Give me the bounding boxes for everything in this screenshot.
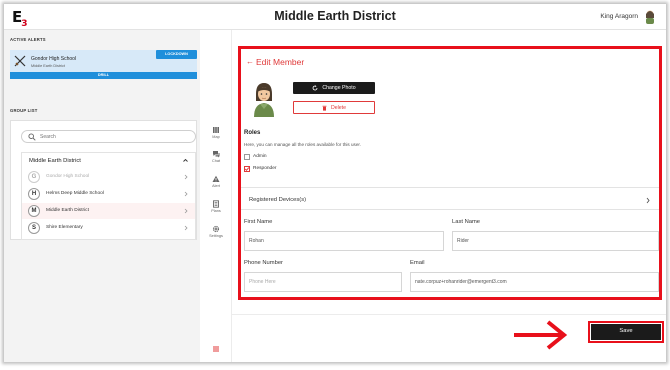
admin-checkbox[interactable] (244, 154, 250, 160)
rail-map[interactable]: Map (200, 126, 232, 139)
active-alerts-label: ACTIVE ALERTS (10, 37, 46, 42)
alert-icon (212, 175, 220, 182)
refresh-icon (313, 85, 318, 91)
alert-school: Gondor High School (31, 56, 77, 62)
chevron-right-icon (184, 208, 188, 214)
rail-label: Chat (211, 159, 221, 163)
user-name[interactable]: King Aragorn (600, 13, 638, 20)
list-item-label: Helms Deep Middle School (46, 191, 104, 196)
divider (241, 187, 659, 188)
avatar-letter: H (28, 188, 40, 200)
avatar-letter: G (28, 171, 40, 183)
edit-member-title: Edit Member (256, 57, 305, 67)
rail-settings[interactable]: Settings (200, 225, 232, 238)
chevron-right-icon (184, 191, 188, 197)
back-arrow-icon[interactable]: ← (246, 57, 254, 66)
last-name-field[interactable] (452, 231, 659, 251)
delete-button[interactable]: Delete (293, 101, 375, 114)
rail-label: Settings (209, 234, 223, 238)
rail-label: Alert (212, 184, 220, 188)
list-item-active[interactable]: M Middle Earth District (22, 203, 195, 219)
rail-label: Map (212, 135, 220, 139)
first-name-label: First Name (244, 219, 273, 225)
district-header[interactable]: Middle Earth District (22, 153, 195, 168)
list-item[interactable]: S Shire Elementary (22, 220, 195, 236)
map-icon (213, 127, 219, 133)
avatar-letter: S (28, 222, 40, 234)
top-bar: E3 Middle Earth District King Aragorn (4, 4, 666, 30)
registered-devices-row[interactable]: Registered Devices(s) (249, 197, 306, 203)
save-highlight: Save (588, 321, 664, 343)
hamburger-icon[interactable] (212, 345, 220, 353)
checkmark-icon (244, 167, 250, 172)
chevron-right-icon[interactable] (645, 197, 651, 204)
trash-icon (322, 105, 327, 111)
phone-number-label: Phone Number (244, 260, 283, 266)
list-item-label: Shire Elementary (46, 225, 83, 230)
divider (232, 314, 666, 315)
email-label: Email (410, 260, 425, 266)
phone-number-field[interactable] (244, 272, 402, 292)
chevron-right-icon (184, 225, 188, 231)
chevron-up-icon[interactable] (182, 157, 189, 164)
group-list-card: Middle Earth District G Gondor High Scho… (10, 120, 197, 240)
plans-icon (213, 200, 219, 208)
left-panel: ACTIVE ALERTS Gondor High School Middle … (4, 30, 200, 362)
main-content: ← Edit Member Change Photo Delete Roles … (232, 30, 666, 362)
user-avatar-icon[interactable] (644, 9, 656, 24)
rail-plans[interactable]: Plans (200, 200, 232, 213)
responder-label: Responder (253, 166, 277, 171)
list-item[interactable]: G Gondor High School (22, 169, 195, 185)
save-button[interactable]: Save (591, 324, 661, 340)
search-icon (28, 133, 36, 141)
app-window: E3 Middle Earth District King Aragorn AC… (4, 4, 666, 362)
district-name: Middle Earth District (29, 158, 81, 164)
change-photo-label: Change Photo (322, 85, 356, 91)
change-photo-button[interactable]: Change Photo (293, 82, 375, 94)
alert-district: Middle Earth District (31, 64, 65, 68)
chevron-right-icon (184, 174, 188, 180)
email-field[interactable] (410, 272, 659, 292)
icon-rail: Map Chat Alert Plans Settings (200, 30, 232, 362)
district-group: Middle Earth District G Gondor High Scho… (21, 152, 196, 240)
avatar-letter: M (28, 205, 40, 217)
search-input[interactable] (40, 133, 190, 141)
last-name-label: Last Name (452, 219, 481, 225)
gear-icon (212, 225, 220, 233)
roles-title: Roles (244, 130, 261, 136)
delete-label: Delete (331, 104, 346, 111)
roles-description: Here, you can manage all the roles avail… (244, 142, 361, 147)
divider (241, 209, 659, 210)
drill-bar[interactable]: DRILL (10, 72, 197, 79)
member-avatar (254, 83, 274, 117)
lockdown-badge[interactable]: LOCKDOWN (156, 50, 197, 59)
group-list-label: GROUP LIST (10, 108, 38, 113)
rail-chat[interactable]: Chat (200, 150, 232, 163)
edit-member-panel: ← Edit Member Change Photo Delete Roles … (238, 46, 662, 300)
swords-icon (14, 55, 26, 67)
responder-checkbox[interactable] (244, 166, 250, 172)
chat-icon (213, 151, 220, 158)
list-item-label: Gondor High School (46, 174, 90, 179)
first-name-field[interactable] (244, 231, 444, 251)
search-box[interactable] (21, 130, 196, 143)
page-title: Middle Earth District (274, 9, 396, 23)
rail-label: Plans (211, 209, 221, 213)
rail-alert[interactable]: Alert (200, 175, 232, 188)
arrow-right-icon (514, 320, 568, 350)
active-alert-card[interactable]: Gondor High School Middle Earth District… (10, 50, 197, 72)
admin-label: Admin (253, 154, 267, 159)
list-item[interactable]: H Helms Deep Middle School (22, 186, 195, 202)
list-item-label: Middle Earth District (46, 208, 89, 213)
